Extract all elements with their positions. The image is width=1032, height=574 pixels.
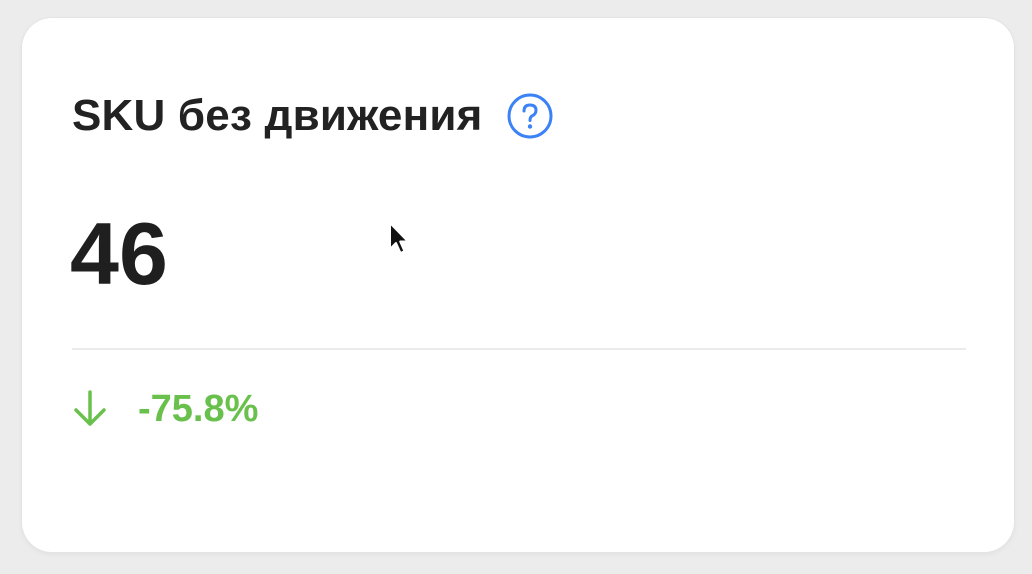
card-title: SKU без движения — [72, 91, 483, 140]
question-circle-icon[interactable] — [506, 92, 554, 140]
metric-value: 46 — [70, 204, 168, 303]
card-header: SKU без движения — [72, 91, 554, 140]
change-indicator: -75.8% — [72, 388, 258, 430]
divider — [72, 348, 966, 350]
change-value: -75.8% — [138, 387, 259, 430]
metric-card: SKU без движения 46 -75.8% — [22, 18, 1014, 552]
mouse-pointer-icon — [388, 221, 410, 257]
arrow-down-icon — [72, 389, 108, 429]
